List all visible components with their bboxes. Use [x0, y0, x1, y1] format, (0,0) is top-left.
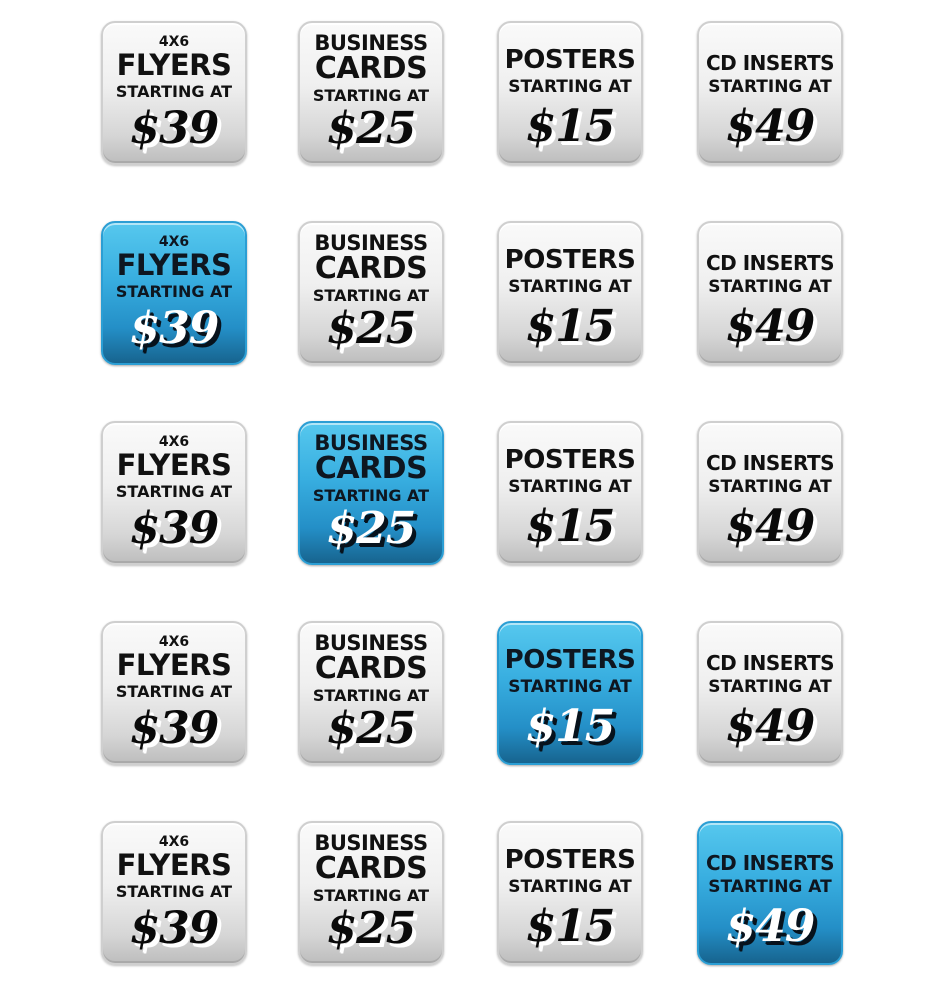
business-label-line-2: CARDS	[314, 451, 428, 486]
posters-price-button[interactable]: POSTERS STARTING AT $15	[497, 221, 643, 365]
flyers-label-line-2: FLYERS	[116, 48, 232, 82]
posters-price-button[interactable]: POSTERS STARTING AT $15	[497, 21, 643, 165]
posters-price: $15	[525, 701, 616, 752]
posters-label-line-2: STARTING AT	[508, 877, 632, 897]
business-price: $25	[326, 503, 417, 554]
posters-price: $15	[525, 901, 616, 952]
flyers-label-line-2: FLYERS	[116, 848, 232, 882]
posters-label-line-1: POSTERS	[504, 445, 636, 475]
cd-label-line-1: CD INSERTS	[705, 51, 835, 75]
flyers-label-line-2: FLYERS	[116, 648, 232, 682]
business-label-line-3: STARTING AT	[312, 486, 430, 505]
flyers-price: $39	[129, 303, 220, 354]
posters-label-line-1: POSTERS	[504, 245, 636, 275]
business-label-line-3: STARTING AT	[312, 86, 430, 105]
posters-label-line-1: POSTERS	[504, 645, 636, 675]
business-cards-price-button[interactable]: BUSINESS CARDS STARTING AT $25	[298, 821, 444, 965]
cd-label-line-1: CD INSERTS	[705, 851, 835, 875]
flyers-price: $39	[129, 503, 220, 554]
posters-label-line-1: POSTERS	[504, 45, 636, 75]
flyers-price: $39	[129, 103, 220, 154]
cd-label-line-2: STARTING AT	[708, 477, 832, 497]
business-label-line-3: STARTING AT	[312, 686, 430, 705]
posters-label-line-2: STARTING AT	[508, 77, 632, 97]
business-price: $25	[326, 103, 417, 154]
flyers-price: $39	[129, 703, 220, 754]
cd-label-line-2: STARTING AT	[708, 877, 832, 897]
business-price: $25	[326, 903, 417, 954]
posters-label-line-2: STARTING AT	[508, 477, 632, 497]
flyers-price-button[interactable]: 4X6 FLYERS STARTING AT $39	[101, 821, 247, 965]
business-price: $25	[326, 303, 417, 354]
cd-label-line-2: STARTING AT	[708, 77, 832, 97]
cd-inserts-price-button[interactable]: CD INSERTS STARTING AT $49	[697, 21, 843, 165]
cd-inserts-price-button-active[interactable]: CD INSERTS STARTING AT $49	[697, 821, 843, 965]
business-cards-price-button[interactable]: BUSINESS CARDS STARTING AT $25	[298, 21, 444, 165]
flyers-label-line-3: STARTING AT	[115, 682, 233, 701]
flyers-price-button[interactable]: 4X6 FLYERS STARTING AT $39	[101, 21, 247, 165]
business-label-line-3: STARTING AT	[312, 886, 430, 905]
posters-price-button-active[interactable]: POSTERS STARTING AT $15	[497, 621, 643, 765]
flyers-label-line-3: STARTING AT	[115, 82, 233, 101]
flyers-label-line-2: FLYERS	[116, 448, 232, 482]
business-price: $25	[326, 703, 417, 754]
posters-label-line-1: POSTERS	[504, 845, 636, 875]
business-cards-price-button[interactable]: BUSINESS CARDS STARTING AT $25	[298, 221, 444, 365]
cd-label-line-1: CD INSERTS	[705, 451, 835, 475]
flyers-label-line-1: 4X6	[158, 834, 190, 850]
flyers-price-button-active[interactable]: 4X6 FLYERS STARTING AT $39	[101, 221, 247, 365]
posters-price: $15	[525, 501, 616, 552]
posters-price-button[interactable]: POSTERS STARTING AT $15	[497, 421, 643, 565]
cd-label-line-2: STARTING AT	[708, 677, 832, 697]
business-label-line-2: CARDS	[314, 251, 428, 286]
flyers-label-line-3: STARTING AT	[115, 882, 233, 901]
cd-inserts-price-button[interactable]: CD INSERTS STARTING AT $49	[697, 621, 843, 765]
business-cards-price-button-active[interactable]: BUSINESS CARDS STARTING AT $25	[298, 421, 444, 565]
posters-price: $15	[525, 101, 616, 152]
flyers-label-line-3: STARTING AT	[115, 282, 233, 301]
flyers-label-line-3: STARTING AT	[115, 482, 233, 501]
flyers-label-line-2: FLYERS	[116, 248, 232, 282]
cd-inserts-price-button[interactable]: CD INSERTS STARTING AT $49	[697, 421, 843, 565]
price-button-sprite-grid: 4X6 FLYERS STARTING AT $39 BUSINESS CARDS STAR…	[0, 0, 950, 1000]
business-label-line-2: CARDS	[314, 851, 428, 886]
business-label-line-3: STARTING AT	[312, 286, 430, 305]
business-cards-price-button[interactable]: BUSINESS CARDS STARTING AT $25	[298, 621, 444, 765]
flyers-label-line-1: 4X6	[158, 634, 190, 650]
posters-price-button[interactable]: POSTERS STARTING AT $15	[497, 821, 643, 965]
posters-label-line-2: STARTING AT	[508, 277, 632, 297]
cd-label-line-2: STARTING AT	[708, 277, 832, 297]
cd-price: $49	[725, 101, 816, 152]
flyers-price-button[interactable]: 4X6 FLYERS STARTING AT $39	[101, 621, 247, 765]
cd-price: $49	[725, 701, 816, 752]
cd-price: $49	[725, 901, 816, 952]
cd-label-line-1: CD INSERTS	[705, 651, 835, 675]
business-label-line-2: CARDS	[314, 651, 428, 686]
business-label-line-2: CARDS	[314, 51, 428, 86]
posters-label-line-2: STARTING AT	[508, 677, 632, 697]
flyers-label-line-1: 4X6	[158, 434, 190, 450]
cd-inserts-price-button[interactable]: CD INSERTS STARTING AT $49	[697, 221, 843, 365]
cd-price: $49	[725, 501, 816, 552]
cd-price: $49	[725, 301, 816, 352]
flyers-price: $39	[129, 903, 220, 954]
cd-label-line-1: CD INSERTS	[705, 251, 835, 275]
flyers-label-line-1: 4X6	[158, 34, 190, 50]
posters-price: $15	[525, 301, 616, 352]
flyers-price-button[interactable]: 4X6 FLYERS STARTING AT $39	[101, 421, 247, 565]
flyers-label-line-1: 4X6	[158, 234, 190, 250]
